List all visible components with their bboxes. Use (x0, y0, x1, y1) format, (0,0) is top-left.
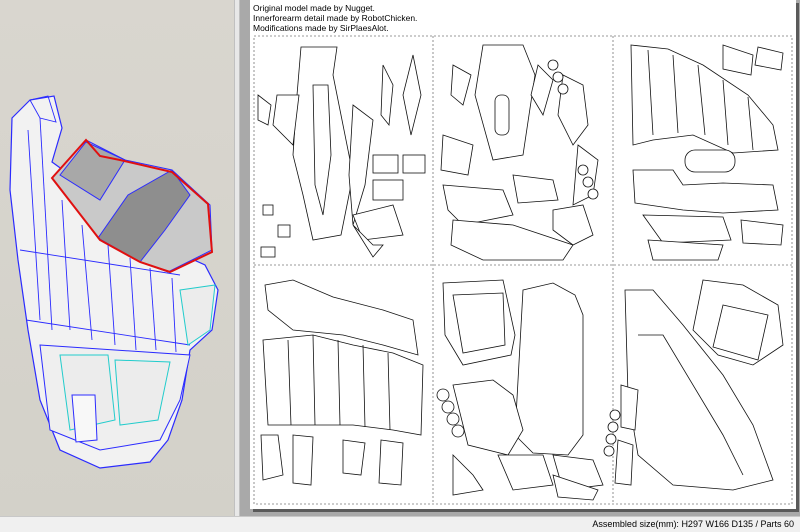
page-1-parts (257, 46, 426, 258)
pattern-layout (253, 35, 793, 505)
paper-sheet: Original model made by Nugget. Innerfore… (250, 0, 796, 509)
assembled-size-label: Assembled size(mm): H297 W166 D135 / Par… (592, 519, 794, 529)
page-6-parts (614, 279, 784, 491)
status-bar: Assembled size(mm): H297 W166 D135 / Par… (0, 516, 800, 532)
page-3-parts (630, 44, 784, 261)
2d-view-pane[interactable]: Original model made by Nugget. Innerfore… (240, 0, 800, 516)
page-2-parts (440, 44, 599, 261)
page-5-parts (442, 279, 604, 501)
credit-line-2: Innerforearm detail made by RobotChicken… (253, 13, 418, 23)
page-4-parts (260, 279, 424, 486)
credit-line-1: Original model made by Nugget. (253, 3, 375, 13)
credit-line-3: Modifications made by SirPlaesAlot. (253, 23, 389, 33)
3d-view-pane[interactable] (0, 0, 234, 516)
forearm-3d-model[interactable] (0, 0, 234, 516)
credits-text: Original model made by Nugget. Innerfore… (253, 3, 417, 33)
